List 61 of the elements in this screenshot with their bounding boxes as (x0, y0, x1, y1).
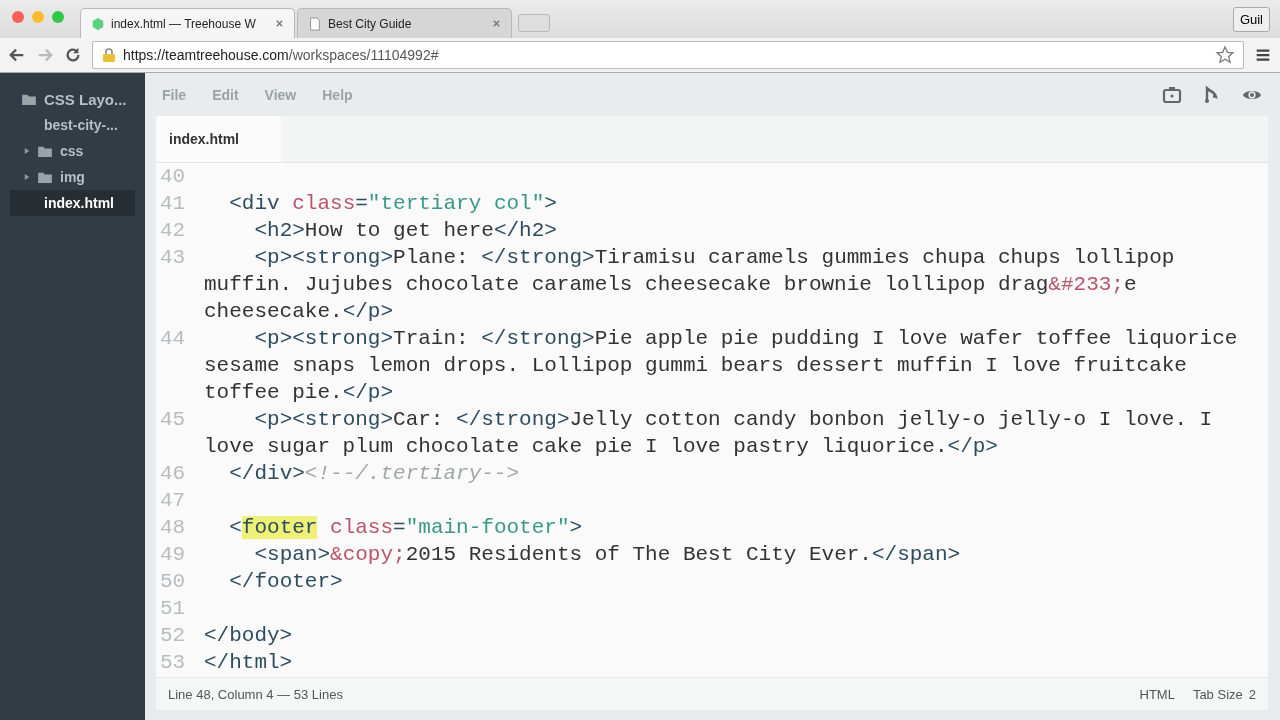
line-number: 45 (159, 407, 187, 433)
bookmark-star-icon[interactable] (1215, 45, 1235, 65)
tab-size-value[interactable]: 2 (1248, 686, 1256, 702)
line-number: 43 (159, 245, 187, 271)
folder-icon (38, 145, 52, 157)
code-line: <p><strong>Train: </strong>Pie apple pie pudding I love wafer toffee liquorice (253, 326, 1238, 352)
line-number: 50 (159, 569, 187, 595)
line-number: 53 (159, 650, 187, 676)
document-item[interactable]: index.html (10, 190, 135, 216)
close-icon[interactable] (275, 19, 284, 28)
page-icon (308, 16, 322, 31)
caret-icon[interactable] (24, 147, 30, 155)
code-line: muffin. Jujubes chocolate caramels cheesecake brownie lollipop drag&#233;e (204, 272, 1137, 298)
code-line: cheesecake.</p> (204, 299, 394, 325)
warning-lock-icon (101, 47, 117, 63)
code-line: </footer> (228, 569, 343, 595)
code-line: <div class="tertiary col"> (228, 191, 557, 217)
code-line: <span>&copy;2015 Residents of The Best City Ever.</span> (253, 542, 961, 568)
hexagon-icon (91, 16, 105, 31)
folder-item[interactable]: css (10, 138, 135, 164)
cursor-position: Line 48, Column 4 — 53 Lines (168, 686, 343, 702)
editor-tab[interactable]: index.html (156, 116, 281, 162)
camera-icon[interactable] (1162, 84, 1182, 105)
line-number: 41 (159, 191, 187, 217)
url-text: https://teamtreehouse.com/workspaces/11104992# (123, 47, 439, 63)
line-number: 46 (159, 461, 187, 487)
folder-icon (22, 93, 36, 105)
line-number: 44 (159, 326, 187, 352)
profile-button[interactable]: Guil (1232, 6, 1270, 32)
project-folder-item[interactable]: best-city-... (10, 112, 135, 138)
back-icon[interactable] (8, 46, 26, 64)
line-number: 42 (159, 218, 187, 244)
code-line: <p><strong>Plane: </strong>Tiramisu caramels gummies chupa chups lollipop (253, 245, 1175, 271)
code-line: <p><strong>Car: </strong>Jelly cotton candy bonbon jelly-o jelly-o I love. I (253, 407, 1213, 433)
line-number: 48 (159, 515, 187, 541)
line-number: 40 (159, 164, 187, 190)
code-line: </body> (204, 623, 293, 649)
code-line: <footer class="main-footer"> (228, 515, 583, 541)
line-number: 47 (159, 488, 187, 514)
tab-size-label: Tab Size (1192, 686, 1243, 702)
code-line: love sugar plum chocolate cake pie I love pastry liquorice.</p> (204, 434, 998, 460)
browser-tab[interactable]: index.html — Treehouse W (80, 8, 295, 38)
menu-icon[interactable] (1254, 46, 1272, 64)
close-icon[interactable] (492, 19, 501, 28)
close-window-icon[interactable] (12, 11, 24, 23)
address-bar[interactable]: https://teamtreehouse.com/workspaces/11104992# (92, 41, 1244, 69)
code-line: toffee pie.</p> (204, 380, 394, 406)
line-number: 52 (159, 623, 187, 649)
reload-icon[interactable] (64, 46, 82, 64)
project-item[interactable]: CSS Layo... (0, 86, 145, 112)
browser-tab[interactable]: Best City Guide (297, 8, 512, 38)
language-mode[interactable]: HTML (1139, 686, 1175, 702)
folder-icon (38, 171, 52, 183)
line-number: 51 (159, 596, 187, 622)
line-number: 49 (159, 542, 187, 568)
code-line: </div><!--/.tertiary--> (228, 461, 520, 487)
code-line: sesame snaps lemon drops. Lollipop gummi bears dessert muffin I love fruitcake (204, 353, 1187, 379)
folder-item[interactable]: img (10, 164, 135, 190)
code-line: <h2>How to get here</h2> (253, 218, 557, 244)
caret-icon[interactable] (24, 173, 30, 181)
code-line: </html> (204, 650, 293, 676)
